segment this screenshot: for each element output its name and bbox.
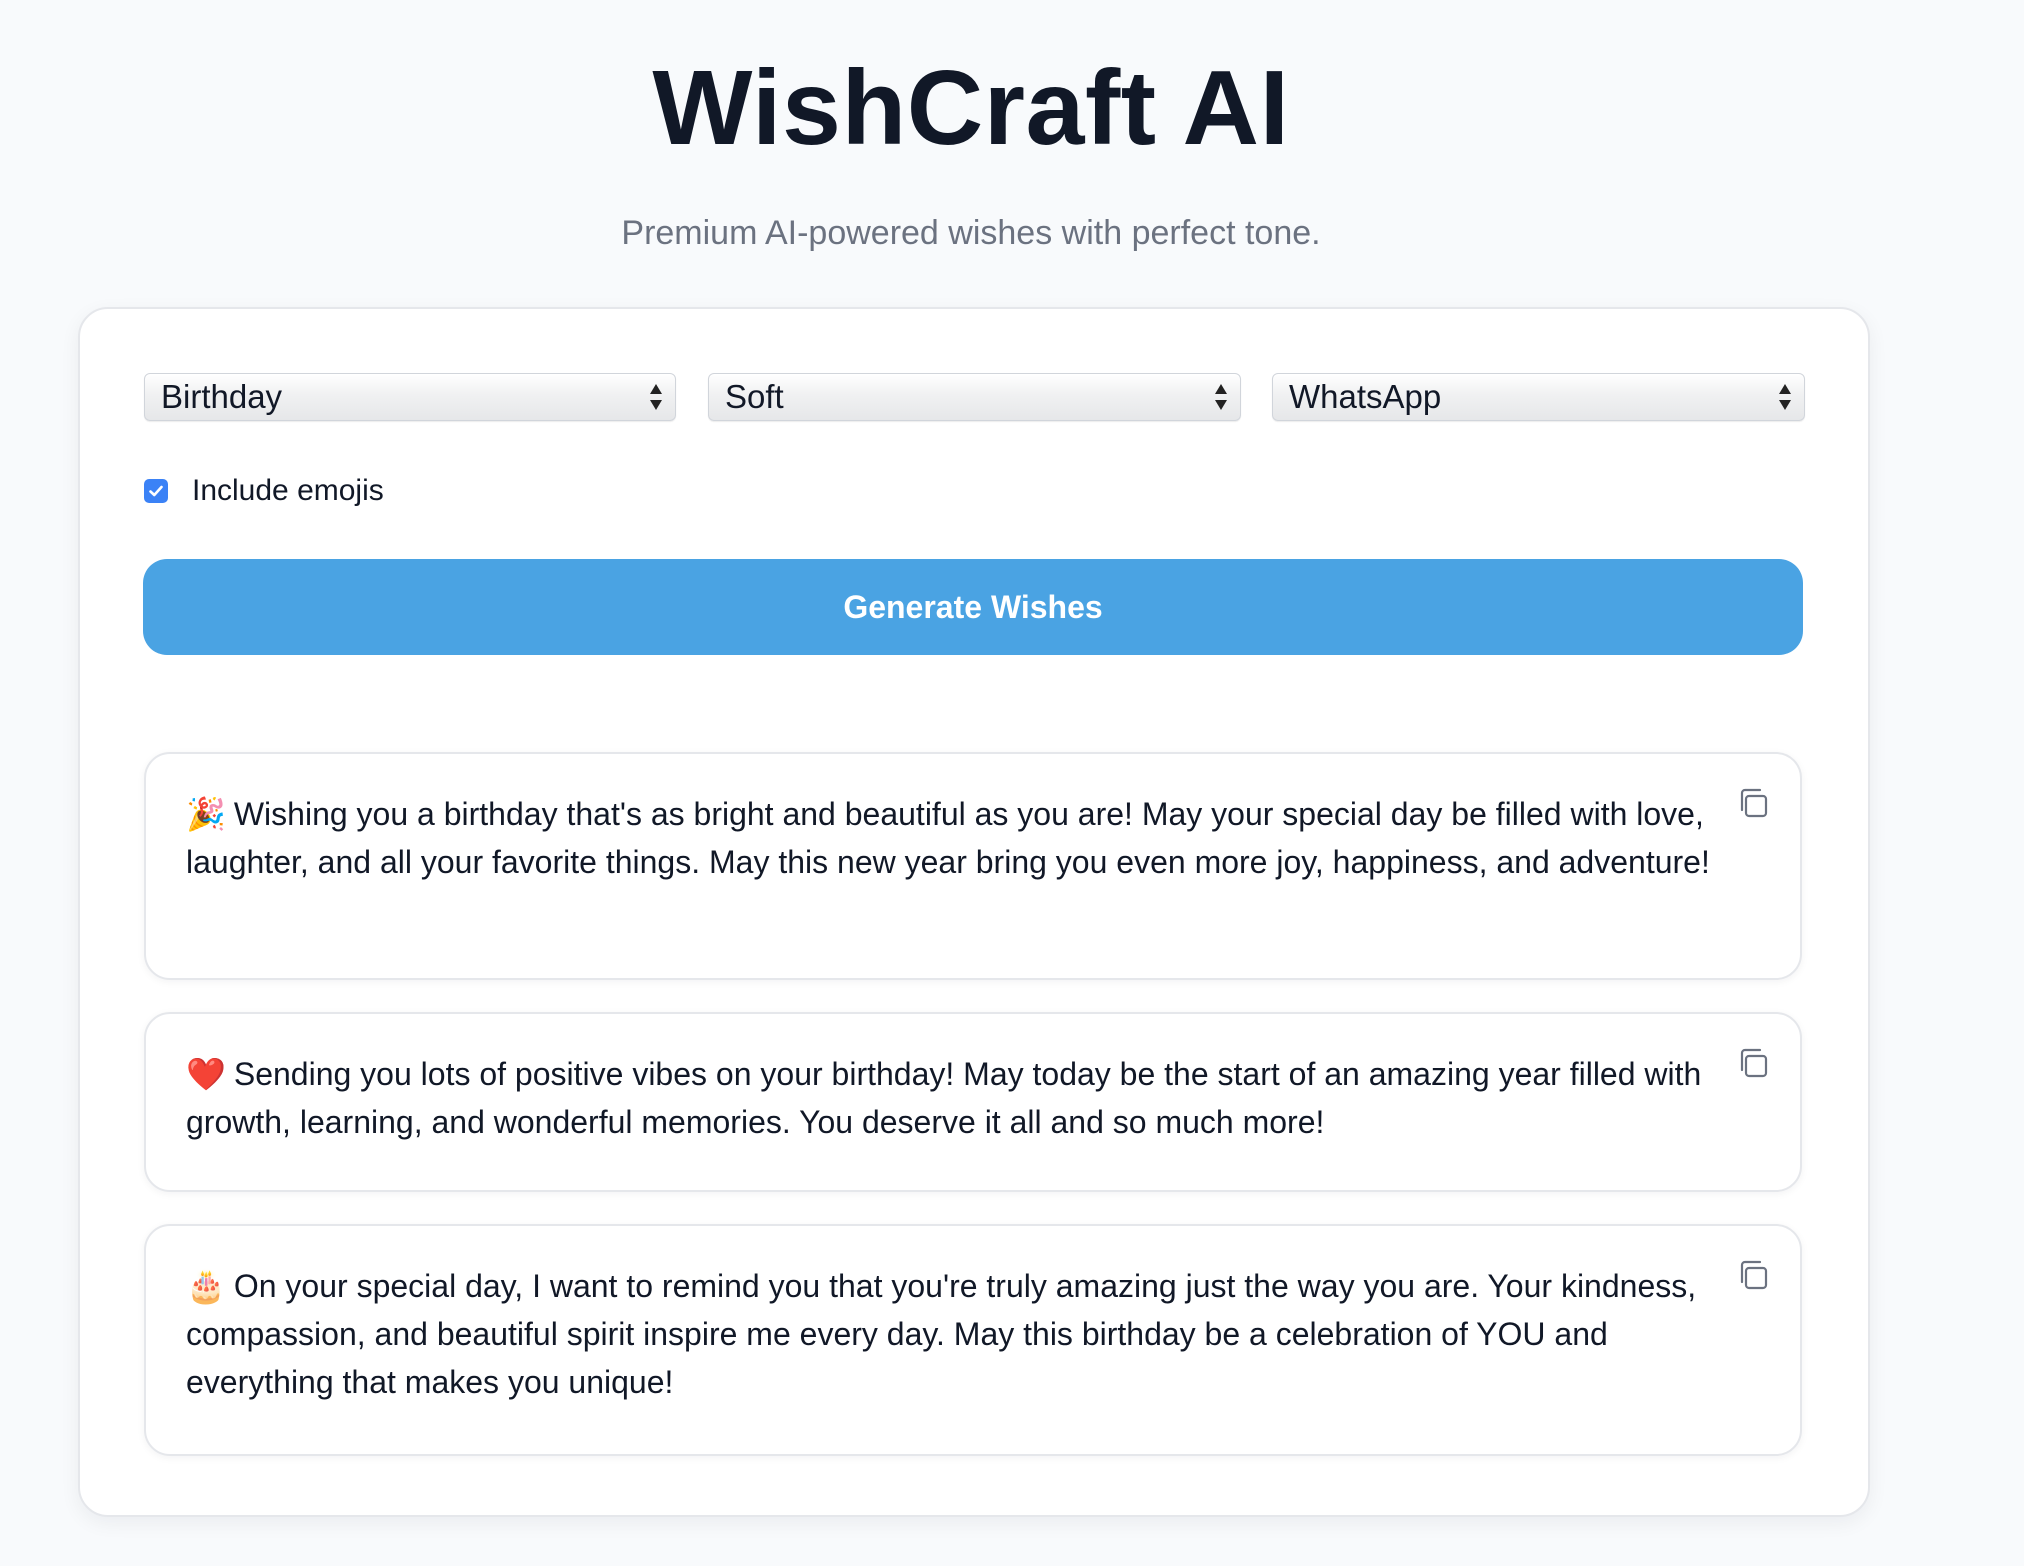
copy-icon[interactable] <box>1736 1046 1770 1080</box>
copy-icon[interactable] <box>1736 786 1770 820</box>
include-emojis-row: Include emojis <box>144 474 384 508</box>
select-arrows-icon <box>1779 384 1791 410</box>
include-emojis-label[interactable]: Include emojis <box>192 474 384 508</box>
checkmark-icon <box>149 485 163 497</box>
select-arrows-icon <box>1215 384 1227 410</box>
wish-generator-card: Birthday Soft WhatsApp Include emojis Ge… <box>78 307 1870 1517</box>
generate-wishes-button[interactable]: Generate Wishes <box>143 559 1803 655</box>
wish-text[interactable]: 🎉 Wishing you a birthday that's as bright… <box>186 790 1736 886</box>
occasion-select[interactable]: Birthday <box>144 373 676 421</box>
wish-text[interactable]: 🎂 On your special day, I want to remind y… <box>186 1262 1736 1406</box>
wish-card: ❤️ Sending you lots of positive vibes on … <box>144 1012 1802 1192</box>
wish-message: Wishing you a birthday that's as bright … <box>186 796 1710 880</box>
app-title: WishCraft AI <box>652 49 1290 167</box>
heart-icon: ❤️ <box>186 1055 226 1093</box>
birthday-cake-icon: 🎂 <box>186 1267 226 1305</box>
select-arrows-icon <box>650 384 662 410</box>
occasion-select-value: Birthday <box>161 378 283 415</box>
app-subtitle: Premium AI-powered wishes with perfect t… <box>621 214 1321 252</box>
platform-select-value: WhatsApp <box>1289 378 1442 415</box>
wish-message: Sending you lots of positive vibes on yo… <box>186 1056 1702 1140</box>
tone-select[interactable]: Soft <box>708 373 1241 421</box>
party-popper-icon: 🎉 <box>186 795 226 833</box>
wish-card: 🎉 Wishing you a birthday that's as bright… <box>144 752 1802 980</box>
include-emojis-checkbox[interactable] <box>144 479 168 503</box>
wish-card: 🎂 On your special day, I want to remind y… <box>144 1224 1802 1456</box>
wish-message: On your special day, I want to remind yo… <box>186 1268 1697 1400</box>
wish-text[interactable]: ❤️ Sending you lots of positive vibes on … <box>186 1050 1736 1146</box>
copy-icon[interactable] <box>1736 1258 1770 1292</box>
page: WishCraft AI Premium AI-powered wishes w… <box>0 0 2024 1566</box>
tone-select-value: Soft <box>725 378 784 415</box>
platform-select[interactable]: WhatsApp <box>1272 373 1805 421</box>
